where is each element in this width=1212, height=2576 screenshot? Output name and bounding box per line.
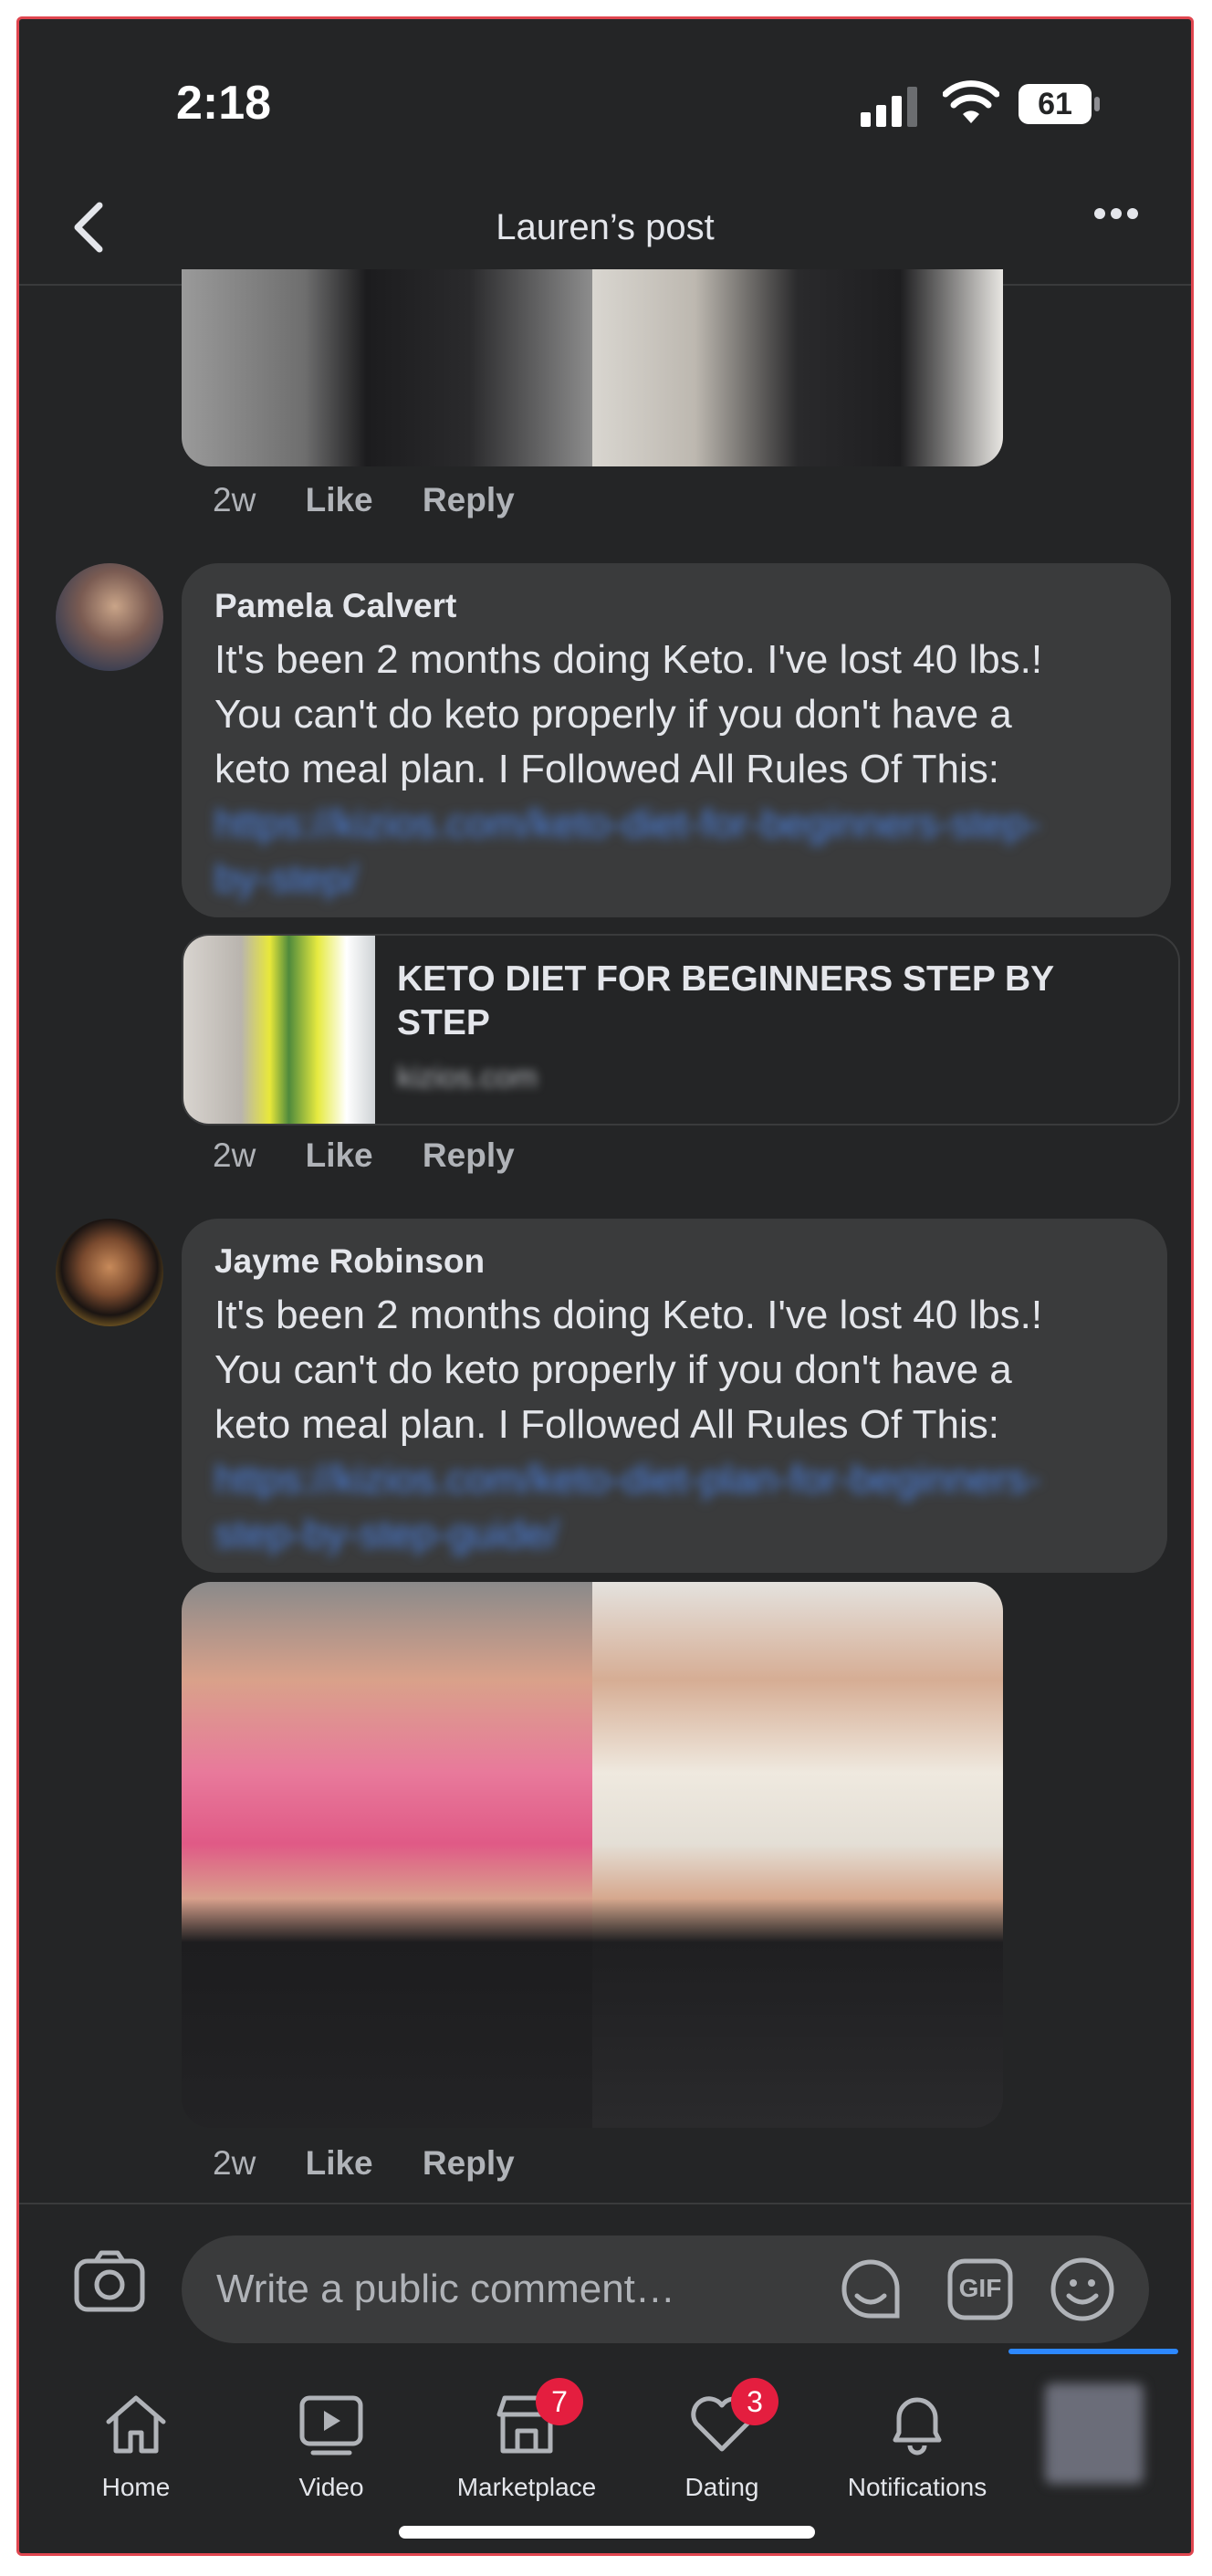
notification-badge: 3 [731,2378,778,2425]
tab-home[interactable]: Home [45,2356,227,2511]
link-preview-thumbnail [183,936,375,1124]
tab-label: Home [101,2473,171,2501]
page-title: Lauren’s post [496,207,715,247]
emoji-icon[interactable] [1049,2256,1116,2323]
comment-text-line: You can't do keto properly if you don't … [214,1347,1012,1392]
reply-button[interactable]: Reply [423,1136,515,1174]
comment-photo[interactable] [182,1582,1003,2128]
cellular-signal-icon [861,87,917,127]
comment-link[interactable]: step-by-step-guide/ [214,1507,1134,1562]
profile-menu-avatar[interactable] [1045,2383,1144,2484]
tab-label: Dating [684,2473,759,2501]
comment-time: 2w [213,481,256,518]
tab-notifications[interactable]: Notifications [826,2356,1008,2511]
app-screen: 2:18 61 Lauren’s post 2w Like Reply Pame… [16,16,1194,2556]
comment-actions: 2w Like Reply [213,1136,555,1175]
tab-marketplace[interactable]: 7 Marketplace [435,2356,618,2511]
comment-bubble: Jayme Robinson It's been 2 months doing … [182,1219,1167,1573]
reply-button[interactable]: Reply [423,481,515,518]
home-indicator [399,2526,815,2539]
comment-text-line: keto meal plan. I Followed All Rules Of … [214,1402,1000,1447]
battery-level: 61 [1038,87,1072,121]
tab-dating[interactable]: 3 Dating [631,2356,813,2511]
home-icon [106,2395,166,2454]
like-button[interactable]: Like [306,1136,373,1174]
gif-button[interactable]: GIF [946,2256,1014,2323]
bell-icon [893,2397,942,2456]
camera-icon[interactable] [74,2250,145,2312]
reply-button[interactable]: Reply [423,2144,515,2182]
tab-label: Notifications [847,2473,987,2501]
comment-author[interactable]: Pamela Calvert [214,587,1138,625]
comment-time: 2w [213,1136,256,1174]
more-options-icon[interactable] [1094,207,1149,240]
status-time: 2:18 [176,77,272,130]
gif-label: GIF [958,2274,1002,2302]
comment-time: 2w [213,2144,256,2182]
avatar[interactable] [56,563,163,671]
notification-badge: 7 [536,2378,583,2425]
comment-link[interactable]: https://kizios.com/keto-diet-for-beginne… [214,797,1138,852]
tab-label: Marketplace [456,2473,597,2501]
comment-photo-cropped[interactable] [182,269,1003,466]
comment-author[interactable]: Jayme Robinson [214,1242,1134,1281]
comment-placeholder: Write a public comment… [216,2267,675,2311]
avatar-sticker-icon[interactable] [837,2256,904,2323]
link-preview-domain: kizios.com [397,1060,538,1094]
like-button[interactable]: Like [306,2144,373,2182]
post-header: Lauren’s post [19,165,1191,286]
tab-label: Video [298,2473,364,2501]
comment-text-line: It's been 2 months doing Keto. I've lost… [214,637,1043,682]
active-tab-indicator [1008,2349,1178,2354]
comment-actions: 2w Like Reply [213,2144,555,2183]
comment-actions: 2w Like Reply [213,481,555,519]
comment-input[interactable]: Write a public comment… GIF [182,2236,1149,2343]
comment-text-line: It's been 2 months doing Keto. I've lost… [214,1293,1043,1337]
like-button[interactable]: Like [306,481,373,518]
comment-bubble: Pamela Calvert It's been 2 months doing … [182,563,1171,917]
link-preview-title: KETO DIET FOR BEGINNERS STEP BY STEP [397,959,1054,1042]
comment-text-line: You can't do keto properly if you don't … [214,692,1012,737]
comment-link[interactable]: https://kizios.com/keto-diet-plan-for-be… [214,1452,1134,1507]
comment-link[interactable]: by-step/ [214,852,1138,906]
battery-indicator: 61 [1018,83,1102,125]
avatar[interactable] [56,1219,163,1326]
video-icon [299,2395,363,2456]
wifi-icon [943,80,999,123]
tab-video[interactable]: Video [240,2356,423,2511]
link-preview-card[interactable]: KETO DIET FOR BEGINNERS STEP BY STEP kiz… [182,934,1180,1126]
comment-text-line: keto meal plan. I Followed All Rules Of … [214,747,1000,791]
comment-composer: Write a public comment… GIF [19,2203,1191,2358]
